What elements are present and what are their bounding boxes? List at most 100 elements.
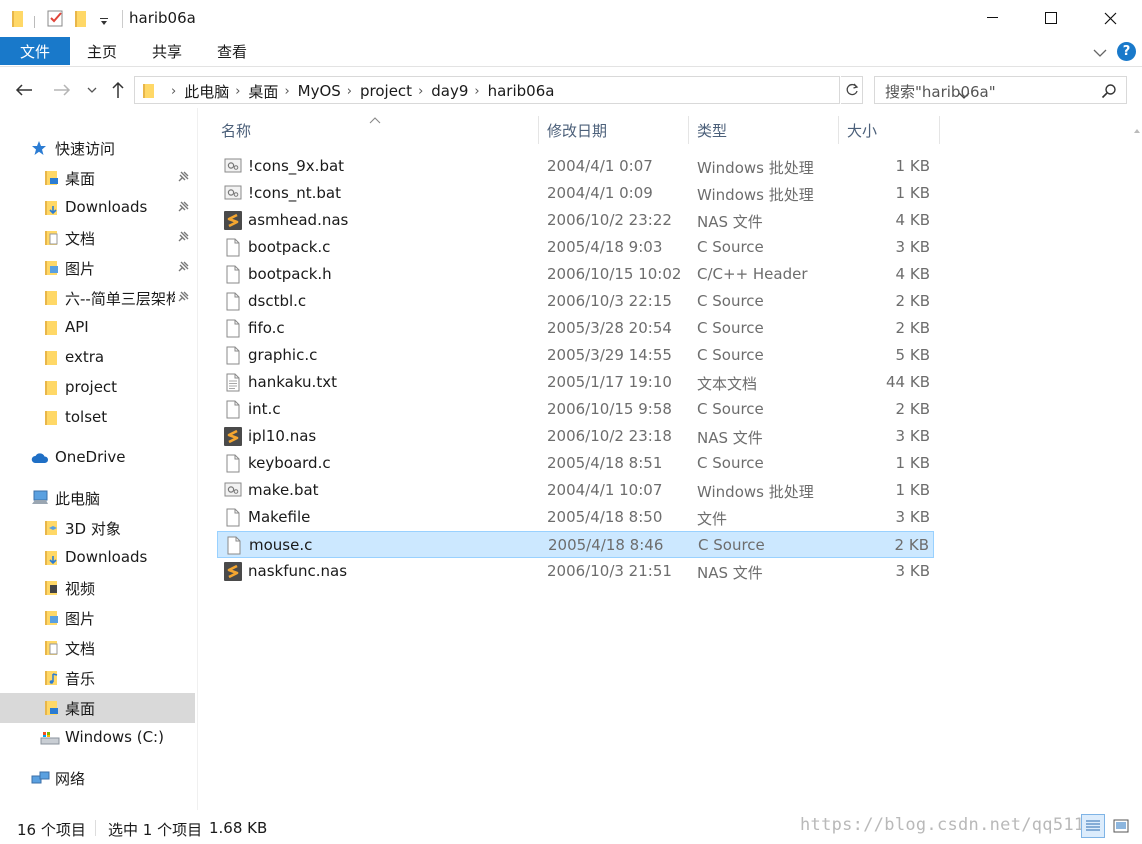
tab-share[interactable]: 共享 [152,37,182,65]
pin-icon[interactable] [176,170,190,188]
column-header-name[interactable]: 名称 [221,116,251,144]
minimize-button[interactable] [970,0,1016,36]
nav-quick-api[interactable]: API [0,313,195,343]
tab-file[interactable]: 文件 [0,37,70,65]
file-row[interactable]: asmhead.nas 2006/10/2 23:22 NAS 文件 4 KB [217,207,934,234]
chevron-right-icon[interactable]: › [347,84,352,99]
file-row[interactable]: bootpack.c 2005/4/18 9:03 C Source 3 KB [217,234,934,261]
tab-home[interactable]: 主页 [87,37,117,65]
recent-locations-dropdown[interactable] [84,78,100,102]
expand-ribbon-icon[interactable] [1093,44,1107,62]
pin-icon[interactable] [176,200,190,218]
file-row[interactable]: !cons_nt.bat 2004/4/1 0:09 Windows 批处理 1 KB [217,180,934,207]
search-icon[interactable] [1101,83,1117,103]
file-row[interactable]: Makefile 2005/4/18 8:50 文件 3 KB [217,504,934,531]
nav-quick-desktop[interactable]: 桌面 [0,163,195,193]
nav-label: 文档 [65,640,96,658]
nav-label: 桌面 [65,170,96,188]
nav-pc-desktop[interactable]: 桌面 [0,693,195,723]
nav-quick-tolset[interactable]: tolset [0,403,195,433]
chevron-right-icon[interactable]: › [284,84,289,99]
address-bar[interactable]: › 此电脑 › 桌面 › MyOS › project › day9 › har… [134,76,970,104]
pin-icon[interactable] [176,260,190,278]
nav-quick-downloads[interactable]: Downloads [0,193,195,223]
nav-network[interactable]: 网络 [0,763,195,793]
file-size: 4 KB [895,211,930,229]
scroll-up-icon[interactable] [1134,120,1140,133]
nav-quick-extra[interactable]: extra [0,343,195,373]
file-size: 2 KB [895,400,930,418]
crumb-myos[interactable]: MyOS [298,82,341,100]
nav-quick-access[interactable]: 快速访问 [0,133,195,163]
file-row[interactable]: ipl10.nas 2006/10/2 23:18 NAS 文件 3 KB [217,423,934,450]
navigation-pane: 快速访问 桌面 Downloads 文档 图片 六--简单三层架构 API ex… [0,108,197,810]
chevron-right-icon[interactable]: › [474,84,479,99]
nav-pc-videos[interactable]: 视频 [0,573,195,603]
nav-onedrive[interactable]: OneDrive [0,443,195,473]
file-row[interactable]: graphic.c 2005/3/29 14:55 C Source 5 KB [217,342,934,369]
nav-quick-project[interactable]: project [0,373,195,403]
column-divider[interactable] [939,116,940,144]
crumb-project[interactable]: project [360,82,412,100]
file-row[interactable]: dsctbl.c 2006/10/3 22:15 C Source 2 KB [217,288,934,315]
file-row[interactable]: make.bat 2004/4/1 10:07 Windows 批处理 1 KB [217,477,934,504]
pin-icon[interactable] [176,230,190,248]
chevron-right-icon[interactable]: › [235,84,240,99]
file-name: make.bat [248,481,319,499]
crumb-desktop[interactable]: 桌面 [248,81,278,102]
column-header-size[interactable]: 大小 [847,116,877,144]
help-button[interactable]: ? [1117,42,1136,61]
refresh-button[interactable] [841,76,863,104]
nav-quick-documents[interactable]: 文档 [0,223,195,253]
crumb-this-pc[interactable]: 此电脑 [184,81,229,102]
column-header-date[interactable]: 修改日期 [547,116,607,144]
column-header-type[interactable]: 类型 [697,116,727,144]
nav-pc-pictures[interactable]: 图片 [0,603,195,633]
file-name: bootpack.h [248,265,332,283]
pin-icon[interactable] [176,290,190,308]
pictures-folder-icon [44,610,60,626]
tab-view[interactable]: 查看 [217,37,247,65]
nav-pc-music[interactable]: 音乐 [0,663,195,693]
network-icon [31,770,50,786]
nav-quick-pictures[interactable]: 图片 [0,253,195,283]
folder-icon [44,290,60,306]
large-icons-view-button[interactable] [1109,814,1133,838]
nav-this-pc[interactable]: 此电脑 [0,483,195,513]
nav-pc-windows-c[interactable]: Windows (C:) [0,723,195,753]
up-button[interactable] [106,78,130,102]
forward-button[interactable] [50,78,74,102]
nav-pc-documents[interactable]: 文档 [0,633,195,663]
details-view-button[interactable] [1081,814,1105,838]
file-row[interactable]: bootpack.h 2006/10/15 10:02 C/C++ Header 4 … [217,261,934,288]
customize-toolbar-icon[interactable] [99,13,109,31]
nav-pc-downloads[interactable]: Downloads [0,543,195,573]
file-row[interactable]: !cons_9x.bat 2004/4/1 0:07 Windows 批处理 1 KB [217,153,934,180]
file-row[interactable]: int.c 2006/10/15 9:58 C Source 2 KB [217,396,934,423]
file-row[interactable]: hankaku.txt 2005/1/17 19:10 文本文档 44 KB [217,369,934,396]
file-row[interactable]: naskfunc.nas 2006/10/3 21:51 NAS 文件 3 KB [217,558,934,585]
new-folder-icon[interactable] [74,10,88,32]
column-divider[interactable] [838,116,839,144]
maximize-button[interactable] [1028,0,1074,36]
nav-quick-folder[interactable]: 六--简单三层架构 [0,283,195,313]
file-row[interactable]: fifo.c 2005/3/28 20:54 C Source 2 KB [217,315,934,342]
nav-pc-3d-objects[interactable]: 3D 对象 [0,513,195,543]
search-input[interactable]: 搜索"harib06a" [874,76,1127,104]
file-row[interactable]: mouse.c 2005/4/18 8:46 C Source 2 KB [217,531,934,558]
chevron-right-icon[interactable]: › [418,84,423,99]
nav-label: 视频 [65,580,96,598]
column-divider[interactable] [538,116,539,144]
nav-label: project [65,378,118,396]
file-row[interactable]: keyboard.c 2005/4/18 8:51 C Source 1 KB [217,450,934,477]
close-button[interactable] [1087,0,1133,36]
properties-icon[interactable] [46,8,66,32]
crumb-day9[interactable]: day9 [431,82,468,100]
column-divider[interactable] [688,116,689,144]
crumb-harib06a[interactable]: harib06a [488,82,555,100]
search-placeholder: 搜索"harib06a" [885,83,996,101]
nav-label: 音乐 [65,670,96,688]
title-bar: harib06a [0,0,1142,37]
file-name: mouse.c [249,536,313,554]
back-button[interactable] [12,78,36,102]
